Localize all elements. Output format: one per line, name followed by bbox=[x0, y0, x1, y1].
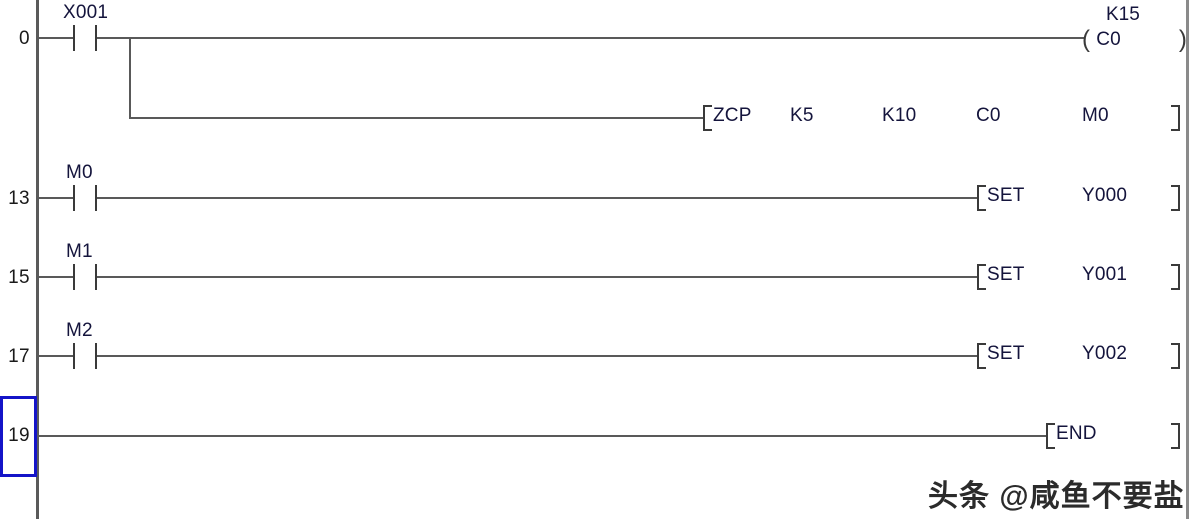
instruction-close-bracket-set-y000 bbox=[1171, 185, 1180, 211]
instruction-close-bracket-zcp bbox=[1171, 105, 1180, 131]
contact-label-m1: M1 bbox=[66, 241, 93, 262]
wire-rail-to-contact-x001 bbox=[39, 37, 73, 39]
line-number-17: 17 bbox=[8, 346, 30, 367]
coil-c0[interactable]: (C0) bbox=[1082, 26, 1187, 54]
coil-preset-k15: K15 bbox=[1106, 4, 1140, 25]
contact-m1[interactable] bbox=[73, 264, 97, 290]
instruction-open-bracket-end bbox=[1046, 423, 1055, 449]
line-number-19: 19 bbox=[8, 425, 30, 446]
contact-x001[interactable] bbox=[73, 25, 97, 51]
wire-contact-m0-to-set bbox=[97, 197, 977, 199]
wire-contact-m2-to-set bbox=[97, 355, 977, 357]
line-number-13: 13 bbox=[8, 188, 30, 209]
instruction-close-bracket-set-y001 bbox=[1171, 264, 1180, 290]
wire-rail-to-contact-m1 bbox=[39, 276, 73, 278]
instruction-operand-y001[interactable]: Y001 bbox=[1082, 264, 1127, 286]
ladder-diagram-canvas[interactable]: 0 X001 K15 (C0) ZCP K5 K10 C0 M0 13 M0 S… bbox=[0, 0, 1200, 519]
contact-label-m0: M0 bbox=[66, 162, 93, 183]
instruction-mnemonic-end[interactable]: END bbox=[1056, 423, 1097, 445]
coil-open-paren: ( bbox=[1082, 26, 1091, 53]
wire-contact-m1-to-set bbox=[97, 276, 977, 278]
instruction-mnemonic-zcp[interactable]: ZCP bbox=[713, 105, 752, 127]
coil-label: C0 bbox=[1096, 29, 1121, 50]
contact-label-x001: X001 bbox=[63, 2, 109, 23]
instruction-open-bracket-set-y001 bbox=[977, 264, 986, 290]
wire-rail-to-contact-m0 bbox=[39, 197, 73, 199]
contact-bar-left bbox=[73, 25, 75, 51]
instruction-open-bracket-zcp bbox=[703, 105, 712, 131]
contact-bar-left bbox=[73, 264, 75, 290]
instruction-open-bracket-set-y000 bbox=[977, 185, 986, 211]
contact-label-m2: M2 bbox=[66, 320, 93, 341]
instruction-close-bracket-set-y002 bbox=[1171, 343, 1180, 369]
wire-contact-to-coil-c0 bbox=[97, 37, 1085, 39]
branch-vertical-wire bbox=[129, 37, 131, 118]
wire-rail-to-end bbox=[39, 435, 1046, 437]
line-number-15: 15 bbox=[8, 267, 30, 288]
contact-bar-left bbox=[73, 343, 75, 369]
instruction-operand-y002[interactable]: Y002 bbox=[1082, 343, 1127, 365]
instruction-close-bracket-end bbox=[1171, 423, 1180, 449]
watermark-text: 头条 @咸鱼不要盐 bbox=[928, 480, 1185, 513]
contact-m2[interactable] bbox=[73, 343, 97, 369]
instruction-operand-zcp-s2[interactable]: K10 bbox=[882, 105, 916, 127]
instruction-operand-zcp-s[interactable]: C0 bbox=[976, 105, 1001, 127]
wire-branch-to-zcp bbox=[129, 117, 703, 119]
line-number-0: 0 bbox=[19, 28, 30, 49]
instruction-operand-y000[interactable]: Y000 bbox=[1082, 185, 1127, 207]
contact-bar-left bbox=[73, 185, 75, 211]
instruction-mnemonic-set-y002[interactable]: SET bbox=[987, 343, 1025, 365]
instruction-mnemonic-set-y000[interactable]: SET bbox=[987, 185, 1025, 207]
instruction-mnemonic-set-y001[interactable]: SET bbox=[987, 264, 1025, 286]
contact-m0[interactable] bbox=[73, 185, 97, 211]
instruction-operand-zcp-s1[interactable]: K5 bbox=[790, 105, 814, 127]
instruction-operand-zcp-d[interactable]: M0 bbox=[1082, 105, 1109, 127]
coil-close-paren: ) bbox=[1178, 26, 1188, 53]
instruction-open-bracket-set-y002 bbox=[977, 343, 986, 369]
right-power-rail bbox=[1186, 0, 1189, 519]
wire-rail-to-contact-m2 bbox=[39, 355, 73, 357]
